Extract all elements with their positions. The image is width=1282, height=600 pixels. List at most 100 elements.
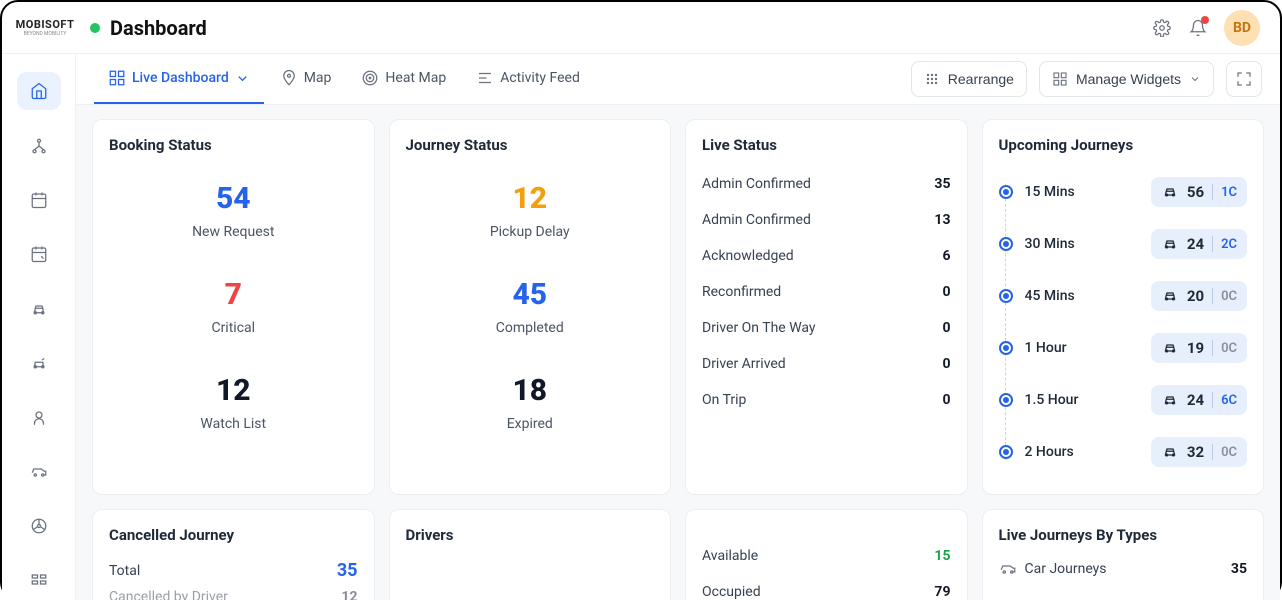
tabbar: Live Dashboard Map Heat Map Activity Fee… xyxy=(76,54,1280,105)
sidebar-calendar[interactable] xyxy=(17,181,61,219)
bell-icon[interactable] xyxy=(1180,10,1216,46)
journey-c: 6C xyxy=(1221,393,1237,408)
type-car-journeys: Car Journeys 35 xyxy=(999,556,1248,582)
upcoming-journey-row[interactable]: 30 Mins 24 2C xyxy=(999,218,1248,270)
upcoming-journey-row[interactable]: 45 Mins 20 0C xyxy=(999,270,1248,322)
car-icon xyxy=(1161,235,1179,253)
fullscreen-button[interactable] xyxy=(1226,61,1262,97)
upcoming-journey-row[interactable]: 15 Mins 56 1C xyxy=(999,166,1248,218)
type-value: 35 xyxy=(1231,561,1247,577)
live-status-row: Driver Arrived0 xyxy=(702,346,951,382)
card-live-status: Live Status Admin Confirmed35Admin Confi… xyxy=(685,119,968,495)
manage-widgets-button[interactable]: Manage Widgets xyxy=(1039,61,1214,97)
stat-label: New Request xyxy=(192,224,274,240)
sidebar-wheel[interactable] xyxy=(17,507,61,545)
tab-label: Map xyxy=(304,70,332,86)
cancelled-total-value: 35 xyxy=(337,560,358,581)
journey-count: 56 xyxy=(1187,183,1204,201)
live-status-value: 0 xyxy=(942,320,950,336)
live-status-row: On Trip0 xyxy=(702,382,951,418)
stat-label: Expired xyxy=(507,416,553,432)
journey-time: 30 Mins xyxy=(1025,236,1139,252)
sidebar-vehicle[interactable] xyxy=(17,453,61,491)
rearrange-label: Rearrange xyxy=(948,71,1014,87)
stat-completed[interactable]: 45 Completed xyxy=(496,280,564,336)
card-journey-status: Journey Status 12 Pickup Delay 45 Comple… xyxy=(389,119,672,495)
journey-time: 1 Hour xyxy=(1025,340,1139,356)
card-upcoming-journeys: Upcoming Journeys 15 Mins 56 1C 30 Mins … xyxy=(982,119,1265,495)
stat-label: Watch List xyxy=(200,416,266,432)
stat-new-request[interactable]: 54 New Request xyxy=(192,184,274,240)
upcoming-journey-row[interactable]: 1.5 Hour 24 6C xyxy=(999,374,1248,426)
live-status-label: Admin Confirmed xyxy=(702,212,811,228)
logo: MOBISOFT BEYOND MOBILITY xyxy=(14,18,76,37)
cancelled-by-driver-value: 12 xyxy=(341,589,357,600)
journey-count: 32 xyxy=(1187,443,1204,461)
cancelled-by-driver: Cancelled by Driver 12 xyxy=(109,585,358,600)
journey-c: 2C xyxy=(1221,237,1237,252)
upcoming-journey-row[interactable]: 1 Hour 19 0C xyxy=(999,322,1248,374)
main: Live Dashboard Map Heat Map Activity Fee… xyxy=(76,54,1280,600)
notification-dot xyxy=(1201,16,1209,24)
sidebar-calendar-alt[interactable] xyxy=(17,235,61,273)
sidebar-home[interactable] xyxy=(17,72,61,110)
driver-occupied-label: Occupied xyxy=(702,584,761,600)
live-status-label: Admin Confirmed xyxy=(702,176,811,192)
stat-number: 12 xyxy=(200,376,266,406)
journey-time: 2 Hours xyxy=(1025,444,1139,460)
sidebar-layout[interactable] xyxy=(17,562,61,600)
stat-label: Completed xyxy=(496,320,564,336)
stat-number: 7 xyxy=(211,280,255,310)
tab-live-dashboard[interactable]: Live Dashboard xyxy=(94,54,264,104)
tab-map[interactable]: Map xyxy=(266,54,346,104)
journey-tag: 20 0C xyxy=(1151,281,1247,311)
settings-icon[interactable] xyxy=(1144,10,1180,46)
stat-pickup-delay[interactable]: 12 Pickup Delay xyxy=(490,184,570,240)
car-icon xyxy=(1161,339,1179,357)
card-title: Booking Status xyxy=(109,136,358,154)
live-status-label: Reconfirmed xyxy=(702,284,781,300)
car-icon xyxy=(1161,183,1179,201)
driver-available-value: 15 xyxy=(934,548,950,564)
car-icon xyxy=(1161,443,1179,461)
car-icon xyxy=(1161,287,1179,305)
journey-count: 19 xyxy=(1187,339,1204,357)
sidebar-network[interactable] xyxy=(17,126,61,164)
sidebar-ride[interactable] xyxy=(17,344,61,382)
journey-time: 15 Mins xyxy=(1025,184,1139,200)
stat-label: Critical xyxy=(211,320,255,336)
tab-activity-feed[interactable]: Activity Feed xyxy=(462,54,594,104)
sidebar-user[interactable] xyxy=(17,398,61,436)
journey-count: 20 xyxy=(1187,287,1204,305)
card-cancelled-journey: Cancelled Journey Total 35 Cancelled by … xyxy=(92,509,375,600)
type-label: Car Journeys xyxy=(1025,561,1107,577)
status-dot xyxy=(90,23,100,33)
upcoming-journey-row[interactable]: 2 Hours 32 0C xyxy=(999,426,1248,478)
card-booking-status: Booking Status 54 New Request 7 Critical… xyxy=(92,119,375,495)
stat-watchlist[interactable]: 12 Watch List xyxy=(200,376,266,432)
avatar[interactable]: BD xyxy=(1224,10,1260,46)
driver-available-row: Available 15 xyxy=(702,538,951,574)
driver-occupied-value: 79 xyxy=(934,584,950,600)
journey-bullet xyxy=(999,393,1013,407)
driver-available-label: Available xyxy=(702,548,758,564)
journey-count: 24 xyxy=(1187,235,1204,253)
journey-bullet xyxy=(999,185,1013,199)
stat-label: Pickup Delay xyxy=(490,224,570,240)
cancelled-by-driver-label: Cancelled by Driver xyxy=(109,589,228,600)
card-title: Live Journeys By Types xyxy=(999,526,1248,544)
sidebar-car[interactable] xyxy=(17,290,61,328)
sidebar xyxy=(2,54,76,600)
rearrange-button[interactable]: Rearrange xyxy=(911,61,1027,97)
tab-heat-map[interactable]: Heat Map xyxy=(347,54,460,104)
live-status-label: Driver Arrived xyxy=(702,356,786,372)
journey-bullet xyxy=(999,289,1013,303)
stat-critical[interactable]: 7 Critical xyxy=(211,280,255,336)
stat-number: 18 xyxy=(507,376,553,406)
journey-bullet xyxy=(999,237,1013,251)
stat-expired[interactable]: 18 Expired xyxy=(507,376,553,432)
cancelled-total: Total 35 xyxy=(109,556,358,585)
stat-number: 12 xyxy=(490,184,570,214)
live-status-value: 0 xyxy=(942,392,950,408)
card-drivers-values: Available 15 Occupied 79 xyxy=(685,509,968,600)
